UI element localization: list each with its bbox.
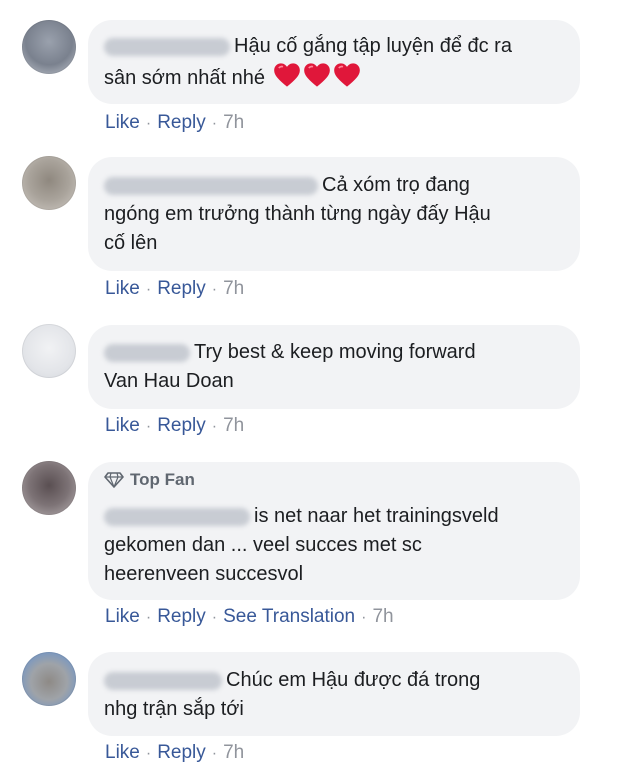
author-name-redacted[interactable] bbox=[104, 37, 230, 56]
like-button[interactable]: Like bbox=[105, 112, 140, 133]
comment-actions: Like · Reply · See Translation · 7h bbox=[105, 606, 394, 628]
comment-text-line-1: Cả xóm trọ đang bbox=[104, 171, 470, 200]
avatar[interactable] bbox=[22, 461, 76, 515]
comment-text-line-1: Try best & keep moving forward bbox=[104, 338, 476, 367]
timestamp[interactable]: 7h bbox=[223, 112, 244, 133]
comment-actions: Like · Reply · 7h bbox=[105, 278, 244, 300]
top-fan-badge: Top Fan bbox=[104, 470, 195, 490]
like-button[interactable]: Like bbox=[105, 606, 140, 627]
timestamp[interactable]: 7h bbox=[223, 742, 244, 763]
reply-button[interactable]: Reply bbox=[157, 112, 206, 133]
separator: · bbox=[145, 115, 152, 132]
separator: · bbox=[145, 609, 152, 626]
comment-text-line-2: sân sớm nhất nhé bbox=[104, 62, 361, 93]
timestamp[interactable]: 7h bbox=[223, 415, 244, 436]
like-button[interactable]: Like bbox=[105, 415, 140, 436]
like-button[interactable]: Like bbox=[105, 742, 140, 763]
comment-text-line-1: is net naar het trainingsveld bbox=[104, 502, 499, 531]
separator: · bbox=[145, 418, 152, 435]
reply-button[interactable]: Reply bbox=[157, 415, 206, 436]
avatar[interactable] bbox=[22, 652, 76, 706]
timestamp[interactable]: 7h bbox=[372, 606, 393, 627]
separator: · bbox=[145, 281, 152, 298]
comment-text-line-1: Hậu cố gắng tập luyện để đc ra bbox=[104, 32, 512, 61]
separator: · bbox=[211, 745, 218, 762]
comment-text-line-2: ngóng em trưởng thành từng ngày đấy Hậu bbox=[104, 203, 491, 225]
timestamp[interactable]: 7h bbox=[223, 278, 244, 299]
comment-text-line-3: cố lên bbox=[104, 232, 158, 254]
separator: · bbox=[211, 115, 218, 132]
badge-label: Top Fan bbox=[130, 470, 195, 489]
comment-text-line-2: gekomen dan ... veel succes met sc bbox=[104, 534, 422, 556]
comment-actions: Like · Reply · 7h bbox=[105, 742, 244, 764]
heart-icon bbox=[273, 63, 300, 87]
heart-icon bbox=[303, 63, 330, 87]
comment-text-line-2: Van Hau Doan bbox=[104, 370, 234, 392]
comment-actions: Like · Reply · 7h bbox=[105, 112, 244, 134]
author-name-redacted[interactable] bbox=[104, 507, 250, 526]
comment-text-line-1: Chúc em Hậu được đá trong bbox=[104, 666, 480, 695]
author-name-redacted[interactable] bbox=[104, 176, 318, 195]
separator: · bbox=[211, 418, 218, 435]
separator: · bbox=[361, 609, 367, 626]
see-translation-button[interactable]: See Translation bbox=[223, 606, 355, 627]
separator: · bbox=[145, 745, 152, 762]
author-name-redacted[interactable] bbox=[104, 671, 222, 690]
reply-button[interactable]: Reply bbox=[157, 278, 206, 299]
avatar[interactable] bbox=[22, 324, 76, 378]
reply-button[interactable]: Reply bbox=[157, 742, 206, 763]
like-button[interactable]: Like bbox=[105, 278, 140, 299]
diamond-icon bbox=[104, 472, 124, 488]
separator: · bbox=[211, 609, 218, 626]
heart-icon bbox=[333, 63, 360, 87]
author-name-redacted[interactable] bbox=[104, 343, 190, 362]
comment-actions: Like · Reply · 7h bbox=[105, 415, 244, 437]
avatar[interactable] bbox=[22, 20, 76, 74]
avatar[interactable] bbox=[22, 156, 76, 210]
separator: · bbox=[211, 281, 218, 298]
comment-text-line-2: nhg trận sắp tới bbox=[104, 698, 244, 720]
reply-button[interactable]: Reply bbox=[157, 606, 206, 627]
comment-text-line-3: heerenveen succesvol bbox=[104, 563, 304, 585]
